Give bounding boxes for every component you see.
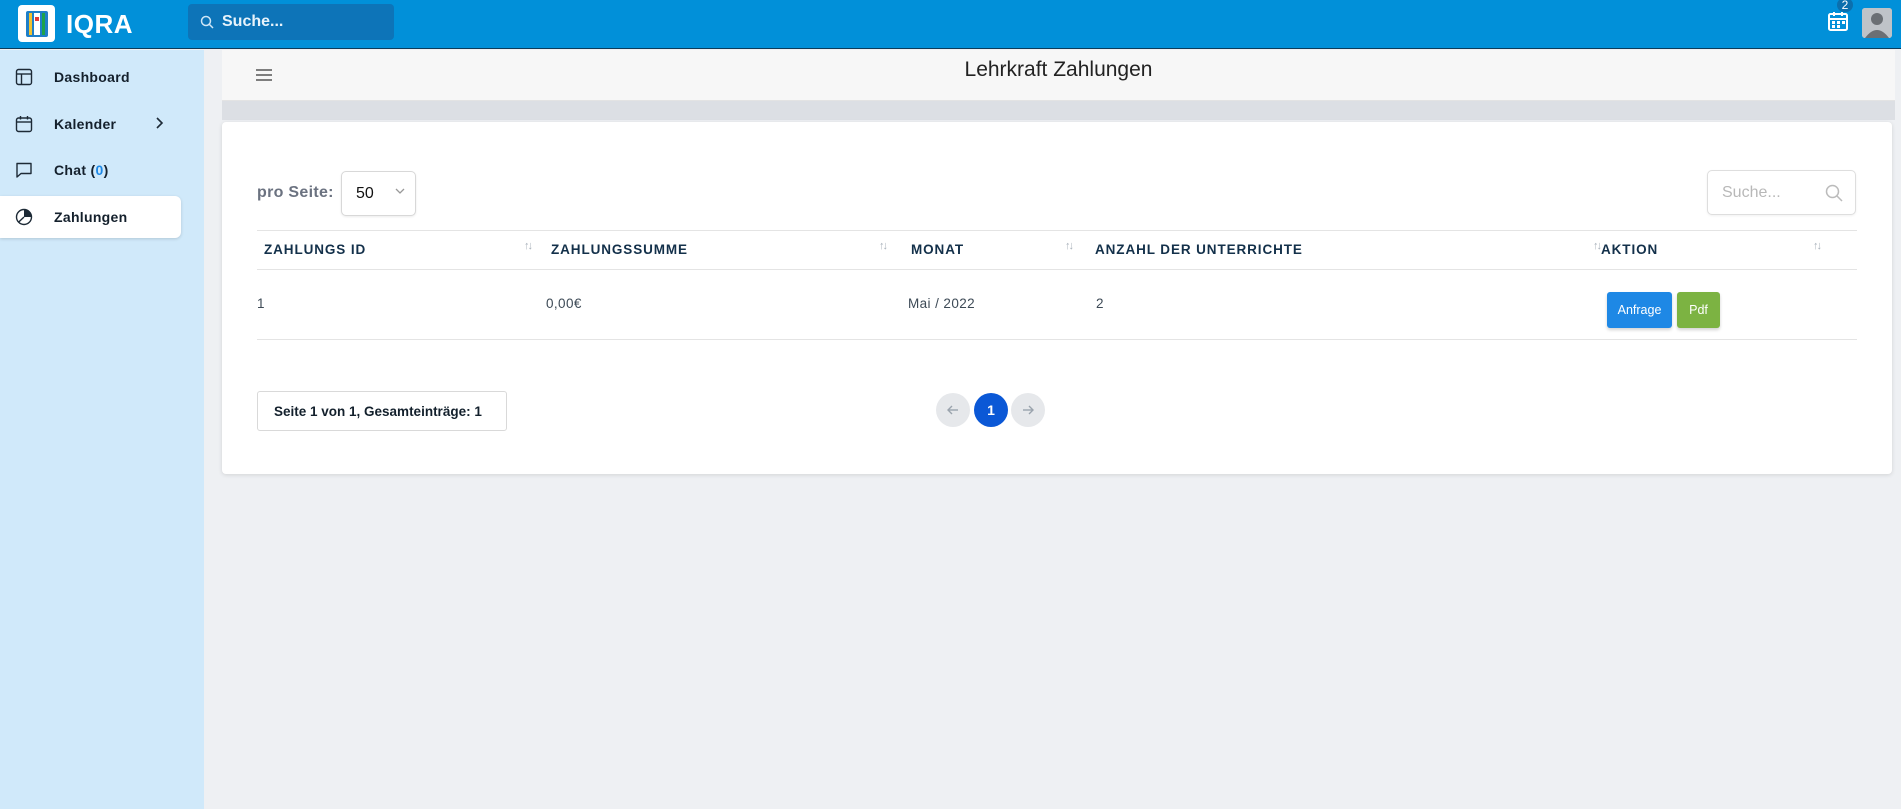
arrow-right-icon	[1023, 405, 1034, 415]
per-page-select[interactable]: 50	[341, 171, 416, 216]
app-title[interactable]: IQRA	[66, 9, 133, 40]
pagination-prev[interactable]	[936, 393, 970, 427]
chat-label-suffix: )	[103, 162, 109, 178]
request-button[interactable]: Anfrage	[1607, 292, 1672, 328]
table-search-placeholder: Suche...	[1722, 184, 1781, 201]
sidebar-item-dashboard[interactable]: Dashboard	[0, 56, 181, 98]
sidebar-item-label: Kalender	[54, 116, 117, 132]
cell-sum: 0,00€	[546, 296, 582, 311]
top-search-placeholder: Suche...	[222, 13, 284, 30]
chat-icon	[14, 160, 34, 180]
calendar-icon	[14, 114, 34, 134]
table-search-input[interactable]: Suche...	[1707, 170, 1856, 215]
page-title: Lehrkraft Zahlungen	[964, 58, 1153, 81]
sidebar-item-label: Chat (0)	[54, 162, 109, 178]
pie-chart-icon	[14, 207, 34, 227]
column-header[interactable]: ZAHLUNGS ID	[264, 242, 366, 257]
calendar-icon	[1828, 12, 1848, 31]
arrow-left-icon	[947, 405, 958, 415]
cell-id: 1	[257, 296, 265, 311]
calendar-button[interactable]	[1827, 10, 1851, 34]
column-header[interactable]: ANZAHL DER UNTERRICHTE	[1095, 242, 1303, 257]
sidebar-item-label: Zahlungen	[54, 209, 128, 225]
sidebar-item-zahlungen[interactable]: Zahlungen	[0, 196, 181, 238]
sort-icon[interactable]: ↑↓	[879, 240, 888, 252]
search-icon	[200, 15, 214, 29]
pagination-info: Seite 1 von 1, Gesamteinträge: 1	[257, 391, 507, 431]
sidebar-item-label: Dashboard	[54, 69, 130, 85]
table-row: 1 0,00€ Mai / 2022 2 Anfrage Pdf	[257, 270, 1857, 340]
pagination-page-current[interactable]: 1	[974, 393, 1008, 427]
dashboard-icon	[14, 67, 34, 87]
top-search-input[interactable]: Suche...	[188, 4, 394, 40]
sort-icon[interactable]: ↑↓	[1813, 240, 1822, 252]
chevron-right-icon	[154, 116, 164, 135]
header-divider	[222, 101, 1895, 120]
sidebar: Dashboard Kalender Chat (0) Zahlungen	[0, 50, 204, 809]
column-header[interactable]: ZAHLUNGSSUMME	[551, 242, 688, 257]
sort-icon[interactable]: ↑↓	[1593, 240, 1602, 252]
payments-card: pro Seite: 50 Suche... ZAHLUNGS ID ↑↓ ZA…	[222, 122, 1892, 474]
column-header[interactable]: MONAT	[911, 242, 964, 257]
sidebar-item-chat[interactable]: Chat (0)	[0, 149, 181, 191]
per-page-value: 50	[356, 185, 374, 202]
per-page-label: pro Seite:	[257, 184, 334, 201]
top-navbar: IQRA Suche... 2	[0, 0, 1901, 49]
chat-count: 0	[95, 162, 104, 178]
logo-icon[interactable]	[18, 5, 55, 42]
calendar-badge: 2	[1837, 0, 1853, 12]
chevron-down-icon	[394, 184, 406, 202]
cell-count: 2	[1096, 296, 1104, 311]
pdf-button[interactable]: Pdf	[1677, 292, 1720, 328]
table-header: ZAHLUNGS ID ↑↓ ZAHLUNGSSUMME ↑↓ MONAT ↑↓…	[257, 230, 1857, 270]
cell-month: Mai / 2022	[908, 296, 976, 311]
payments-table: ZAHLUNGS ID ↑↓ ZAHLUNGSSUMME ↑↓ MONAT ↑↓…	[257, 230, 1857, 340]
chat-label: Chat (	[54, 162, 96, 178]
column-header[interactable]: AKTION	[1601, 242, 1658, 257]
pagination-next[interactable]	[1011, 393, 1045, 427]
sort-icon[interactable]: ↑↓	[1065, 240, 1074, 252]
avatar[interactable]	[1862, 8, 1892, 38]
page-header: Lehrkraft Zahlungen	[222, 50, 1895, 101]
search-icon	[1824, 183, 1844, 208]
sidebar-item-kalender[interactable]: Kalender	[0, 103, 181, 145]
sort-icon[interactable]: ↑↓	[524, 240, 533, 252]
